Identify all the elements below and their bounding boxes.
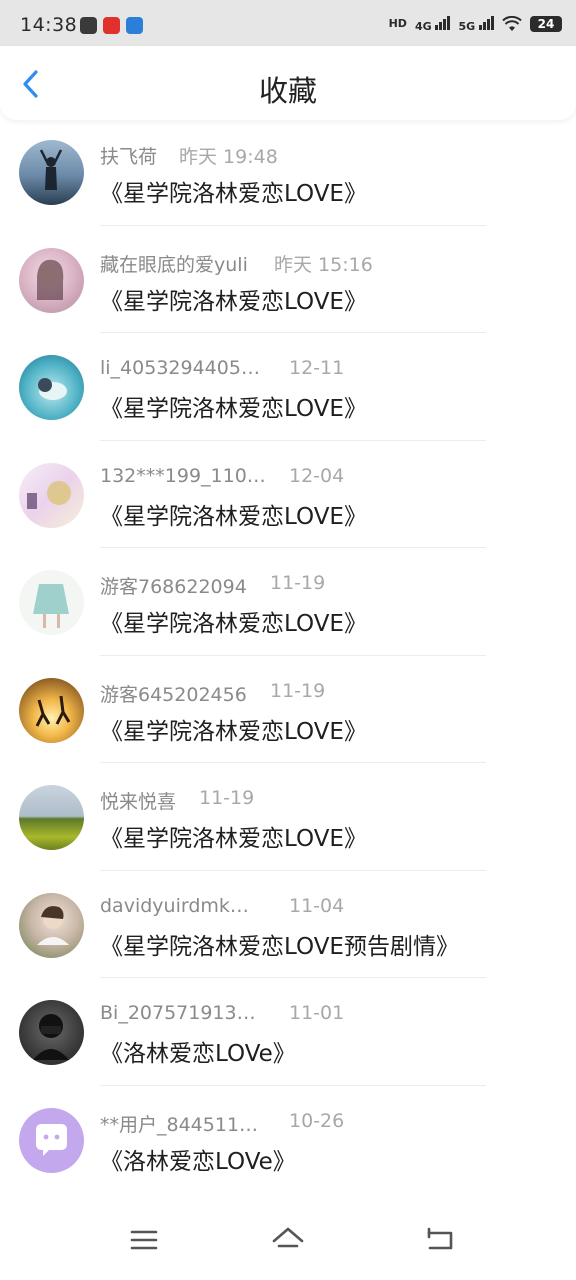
item-meta: davidyuirdmk… 11-04	[100, 894, 344, 917]
return-icon	[427, 1227, 453, 1250]
list-item[interactable]: **用户_844511… 10-26 《洛林爱恋LOVe》	[0, 1086, 576, 1194]
user-name: 悦来悦喜	[100, 791, 177, 813]
favorite-title: 《星学院洛林爱恋LOVE》	[100, 503, 367, 530]
home-button[interactable]	[268, 1220, 308, 1260]
signal-4g-icon: 4G	[415, 14, 451, 33]
status-time: 14:38	[20, 14, 78, 36]
timestamp: 12-04	[289, 464, 345, 487]
avatar	[19, 355, 84, 420]
favorite-title: 《洛林爱恋LOVe》	[100, 1041, 296, 1067]
timestamp: 11-19	[199, 787, 255, 809]
avatar	[19, 785, 84, 850]
list-item[interactable]: 扶飞荷 昨天 19:48 《星学院洛林爱恋LOVE》	[0, 118, 576, 226]
timestamp: 昨天 15:16	[274, 253, 373, 276]
avatar	[19, 247, 84, 313]
avatar	[19, 1000, 84, 1065]
status-indicators: HD 4G 5G 24	[389, 14, 562, 33]
item-meta: 扶飞荷 昨天 19:48	[100, 142, 278, 169]
timestamp: 11-01	[289, 1002, 345, 1024]
item-meta: 悦来悦喜 11-19	[100, 787, 254, 814]
avatar	[19, 892, 84, 958]
favorite-title: 《星学院洛林爱恋LOVE》	[100, 718, 367, 745]
item-meta: 藏在眼底的爱yuli 昨天 15:16	[100, 250, 373, 277]
user-name: 132***199_110…	[100, 464, 266, 487]
header: 收藏	[0, 46, 576, 120]
avatar	[19, 677, 84, 743]
wifi-icon	[502, 15, 522, 31]
item-meta: 游客768622094 11-19	[100, 572, 325, 599]
favorite-title: 《星学院洛林爱恋LOVE预告剧情》	[100, 933, 459, 960]
menu-button[interactable]	[124, 1220, 164, 1260]
user-name: 游客645202456	[100, 683, 247, 706]
status-bar: 14:38 HD 4G 5G 24	[0, 0, 576, 46]
notification-icons	[80, 17, 143, 34]
timestamp: 11-19	[270, 572, 326, 594]
back-nav-button[interactable]	[420, 1220, 460, 1260]
list-item[interactable]: 游客768622094 11-19 《星学院洛林爱恋LOVE》	[0, 548, 576, 656]
favorite-title: 《星学院洛林爱恋LOVE》	[100, 396, 367, 422]
list-item[interactable]: 藏在眼底的爱yuli 昨天 15:16 《星学院洛林爱恋LOVE》	[0, 226, 576, 333]
user-name: 藏在眼底的爱yuli	[100, 253, 248, 276]
hd-icon: HD	[388, 17, 407, 30]
timestamp: 11-19	[270, 679, 326, 702]
favorite-title: 《星学院洛林爱恋LOVE》	[100, 611, 367, 637]
avatar	[19, 462, 84, 528]
system-nav-bar	[0, 1200, 576, 1280]
app-notification-icon	[126, 17, 143, 34]
signal-5g-icon: 5G	[458, 14, 494, 33]
favorite-title: 《星学院洛林爱恋LOVE》	[100, 288, 367, 315]
home-icon	[272, 1227, 304, 1248]
timestamp: 11-04	[289, 894, 345, 917]
user-name: **用户_844511…	[100, 1113, 259, 1136]
menu-icon	[130, 1230, 158, 1250]
app-notification-icon	[103, 17, 120, 34]
avatar	[19, 570, 84, 635]
timestamp: 昨天 19:48	[179, 146, 278, 168]
list-item[interactable]: li_4053294405… 12-11 《星学院洛林爱恋LOVE》	[0, 333, 576, 441]
item-meta: 游客645202456 11-19	[100, 680, 325, 707]
list-item[interactable]: 游客645202456 11-19 《星学院洛林爱恋LOVE》	[0, 656, 576, 763]
list-item[interactable]: 132***199_110… 12-04 《星学院洛林爱恋LOVE》	[0, 441, 576, 548]
favorite-title: 《星学院洛林爱恋LOVE》	[100, 826, 367, 852]
user-name: 扶飞荷	[100, 146, 158, 168]
user-name: davidyuirdmk…	[100, 894, 249, 917]
favorite-title: 《洛林爱恋LOVe》	[100, 1148, 296, 1175]
favorite-title: 《星学院洛林爱恋LOVE》	[100, 181, 367, 207]
app-notification-icon	[80, 17, 97, 34]
list-item[interactable]: davidyuirdmk… 11-04 《星学院洛林爱恋LOVE预告剧情》	[0, 871, 576, 978]
avatar	[19, 140, 84, 205]
item-meta: li_4053294405… 12-11	[100, 357, 344, 379]
timestamp: 10-26	[289, 1109, 345, 1132]
battery-icon: 24	[530, 15, 562, 32]
item-meta: Bi_207571913… 11-01	[100, 1002, 344, 1024]
item-meta: **用户_844511… 10-26	[100, 1110, 344, 1137]
list-item[interactable]: 悦来悦喜 11-19 《星学院洛林爱恋LOVE》	[0, 763, 576, 871]
list-item[interactable]: Bi_207571913… 11-01 《洛林爱恋LOVe》	[0, 978, 576, 1086]
user-name: Bi_207571913…	[100, 1002, 256, 1024]
timestamp: 12-11	[289, 357, 345, 379]
favorites-list: 扶飞荷 昨天 19:48 《星学院洛林爱恋LOVE》 藏在眼底的爱yuli 昨天…	[0, 118, 576, 1193]
item-meta: 132***199_110… 12-04	[100, 464, 344, 487]
default-avatar-icon	[36, 1123, 67, 1156]
avatar	[19, 1107, 84, 1173]
user-name: 游客768622094	[100, 576, 247, 598]
page-title: 收藏	[258, 74, 317, 108]
user-name: li_4053294405…	[100, 357, 260, 379]
